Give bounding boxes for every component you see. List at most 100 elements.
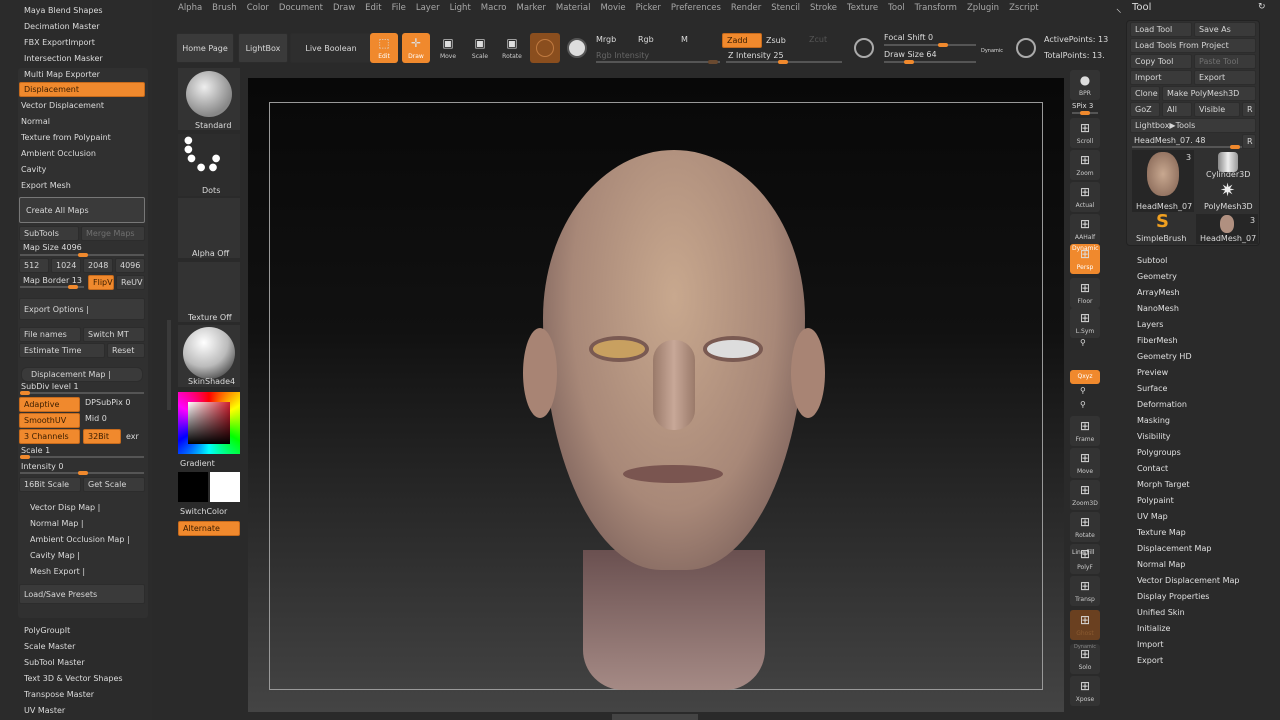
size-2048-button[interactable]: 2048 <box>83 258 113 273</box>
mrgb-toggle[interactable]: Mrgb <box>596 35 616 44</box>
menu-document[interactable]: Document <box>279 3 323 13</box>
tool-section-normal-map[interactable]: Normal Map <box>1137 560 1185 569</box>
tool-section-visibility[interactable]: Visibility <box>1137 432 1171 441</box>
focal-shift-slider[interactable]: Focal Shift 0 <box>884 33 933 42</box>
zoom-button[interactable]: ⊞ Zoom <box>1070 150 1100 180</box>
frame-button[interactable]: ⊞ Frame <box>1070 416 1100 446</box>
rotate-button[interactable]: ⊞ Rotate <box>1070 512 1100 542</box>
material-selector[interactable]: SkinShade4 <box>178 325 240 387</box>
brush-selector[interactable]: Standard <box>178 68 240 130</box>
dynamic-toggle[interactable]: Dynamic <box>981 48 1003 54</box>
main-color-swatch[interactable] <box>178 472 208 502</box>
tool-section-contact[interactable]: Contact <box>1137 464 1168 473</box>
tool-section-deformation[interactable]: Deformation <box>1137 400 1187 409</box>
displacement-map-section[interactable]: Displacement Map | <box>21 367 143 382</box>
plugin-uv-master[interactable]: UV Master <box>24 706 65 715</box>
menu-edit[interactable]: Edit <box>365 3 381 13</box>
scale-slider[interactable]: Scale 1 <box>21 446 50 455</box>
paste-tool-button[interactable]: Paste Tool <box>1194 54 1256 69</box>
map-size-slider[interactable]: Map Size 4096 <box>23 243 82 252</box>
subdiv-level-slider[interactable]: SubDiv level 1 <box>21 382 79 391</box>
subtools-button[interactable]: SubTools <box>19 226 79 241</box>
create-all-maps-button[interactable]: Create All Maps <box>19 197 145 223</box>
head-model[interactable] <box>523 150 825 690</box>
intensity-slider[interactable]: Intensity 0 <box>21 462 63 471</box>
copy-tool-button[interactable]: Copy Tool <box>1130 54 1192 69</box>
home-page-button[interactable]: Home Page <box>176 33 234 63</box>
mesh-export-section[interactable]: Mesh Export | <box>30 567 85 576</box>
map-vector-displacement[interactable]: Vector Displacement <box>21 101 104 110</box>
menu-brush[interactable]: Brush <box>212 3 237 13</box>
rotate-button[interactable]: ▣ Rotate <box>498 33 526 63</box>
vector-disp-map-section[interactable]: Vector Disp Map | <box>30 503 100 512</box>
32bit-toggle[interactable]: 32Bit <box>83 429 121 444</box>
tool-section-uv-map[interactable]: UV Map <box>1137 512 1168 521</box>
plugin-fbx-exportimport[interactable]: FBX ExportImport <box>24 38 95 47</box>
exr-toggle[interactable]: exr <box>126 432 139 441</box>
r-button[interactable]: R <box>1242 102 1256 117</box>
bpr-button[interactable]: ● BPR <box>1070 70 1100 100</box>
move-button[interactable]: ⊞ Move <box>1070 448 1100 478</box>
tool-section-surface[interactable]: Surface <box>1137 384 1167 393</box>
qxyz-button[interactable]: Qxyz <box>1070 370 1100 384</box>
merge-maps-button[interactable]: Merge Maps <box>81 226 145 241</box>
tool-thumb-headmesh[interactable]: HeadMesh_07 3 <box>1132 150 1194 212</box>
l-sym-button[interactable]: ⊞ L.Sym <box>1070 308 1100 338</box>
scale-button[interactable]: ▣ Scale <box>466 33 494 63</box>
import-button[interactable]: Import <box>1130 70 1192 85</box>
reuv-toggle[interactable]: ReUV <box>116 275 145 290</box>
clone-button[interactable]: Clone <box>1130 86 1160 101</box>
menu-texture[interactable]: Texture <box>847 3 878 13</box>
r-reset-button[interactable]: R <box>1242 134 1256 149</box>
map-border-slider[interactable]: Map Border 13 <box>23 276 82 285</box>
tool-section-subtool[interactable]: Subtool <box>1137 256 1167 265</box>
plugin-scale-master[interactable]: Scale Master <box>24 642 75 651</box>
menu-color[interactable]: Color <box>247 3 269 13</box>
zsub-toggle[interactable]: Zsub <box>766 36 786 45</box>
adaptive-toggle[interactable]: Adaptive <box>19 397 80 412</box>
tool-section-import[interactable]: Import <box>1137 640 1164 649</box>
plugin-polygroupit[interactable]: PolyGroupIt <box>24 626 70 635</box>
ghost-button[interactable]: ⊞ Ghost <box>1070 610 1100 640</box>
menu-tool[interactable]: Tool <box>888 3 905 13</box>
reset-button[interactable]: Reset <box>107 343 145 358</box>
menu-material[interactable]: Material <box>556 3 591 13</box>
map-displacement[interactable]: Displacement <box>19 82 145 97</box>
stroke-selector[interactable]: ● ● ● ● ● ● Dots <box>178 134 240 196</box>
floor-button[interactable]: ⊞ Floor <box>1070 278 1100 308</box>
switch-color-button[interactable]: SwitchColor <box>180 507 227 516</box>
tool-section-morph-target[interactable]: Morph Target <box>1137 480 1190 489</box>
map-export-mesh[interactable]: Export Mesh <box>21 181 71 190</box>
zcut-toggle[interactable]: Zcut <box>809 35 827 44</box>
export-options[interactable]: Export Options | <box>19 298 145 320</box>
menu-file[interactable]: File <box>392 3 406 13</box>
bottom-scroll-handle[interactable] <box>612 714 698 720</box>
transp-button[interactable]: ⊞ Transp <box>1070 576 1100 606</box>
focal-shift-stroke-icon[interactable] <box>854 38 874 58</box>
tool-section-unified-skin[interactable]: Unified Skin <box>1137 608 1185 617</box>
lightbox-button[interactable]: LightBox <box>238 33 288 63</box>
color-picker[interactable] <box>178 392 240 454</box>
zadd-toggle[interactable]: Zadd <box>722 33 762 48</box>
tool-thumb-simplebrush[interactable]: S SimpleBrush <box>1132 211 1194 244</box>
map-cavity[interactable]: Cavity <box>21 165 46 174</box>
load-save-presets[interactable]: Load/Save Presets <box>19 584 145 604</box>
z-intensity-slider[interactable]: Z Intensity 25 <box>728 51 784 60</box>
menu-layer[interactable]: Layer <box>416 3 440 13</box>
visible-button[interactable]: Visible <box>1194 102 1240 117</box>
plugin-transpose-master[interactable]: Transpose Master <box>24 690 94 699</box>
zoom3d-button[interactable]: ⊞ Zoom3D <box>1070 480 1100 510</box>
menu-marker[interactable]: Marker <box>517 3 546 13</box>
make-polymesh3d-button[interactable]: Make PolyMesh3D <box>1162 86 1256 101</box>
secondary-color-swatch[interactable] <box>210 472 240 502</box>
plugin-decimation-master[interactable]: Decimation Master <box>24 22 100 31</box>
tool-thumb-polymesh3d[interactable]: ✷ PolyMesh3D <box>1196 180 1258 212</box>
menu-render[interactable]: Render <box>731 3 761 13</box>
plugin-text-3d-vector-shapes[interactable]: Text 3D & Vector Shapes <box>24 674 123 683</box>
alpha-selector[interactable]: Alpha Off <box>178 198 240 258</box>
load-tools-from-project-button[interactable]: Load Tools From Project <box>1130 38 1256 53</box>
get-scale-button[interactable]: Get Scale <box>83 477 145 492</box>
menu-picker[interactable]: Picker <box>636 3 661 13</box>
map-texture-from-polypaint[interactable]: Texture from Polypaint <box>21 133 111 142</box>
size-512-button[interactable]: 512 <box>19 258 49 273</box>
